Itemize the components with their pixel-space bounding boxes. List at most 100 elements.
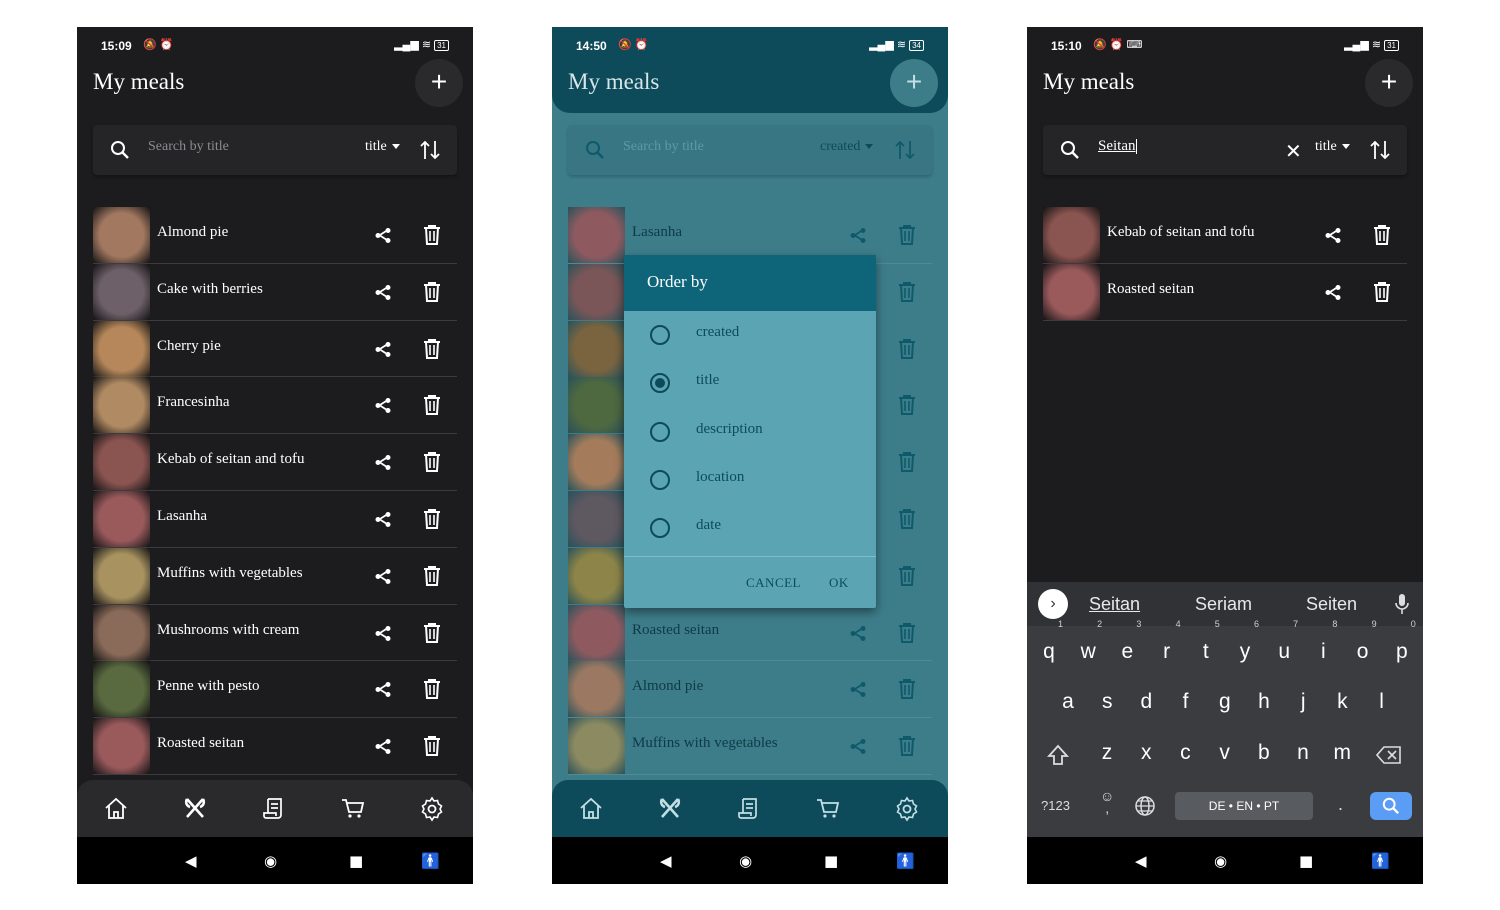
share-icon[interactable] [848,736,868,756]
share-icon[interactable] [848,623,868,643]
key[interactable]: r4 [1150,619,1184,674]
trash-icon[interactable] [422,508,442,530]
cart-icon[interactable] [340,796,366,822]
meal-row[interactable]: Lasanha [93,490,457,548]
key[interactable]: x [1129,731,1163,775]
share-icon[interactable] [1323,282,1343,302]
home-icon[interactable] [578,796,604,822]
key[interactable]: k [1325,680,1359,724]
chevron-right-icon[interactable]: › [1038,589,1068,619]
radio-button-icon[interactable] [650,469,670,490]
share-icon[interactable] [1323,225,1343,245]
trash-icon[interactable] [897,338,917,360]
home-icon[interactable] [103,796,129,822]
settings-icon[interactable] [419,796,445,822]
order-option-location[interactable]: location [624,456,876,504]
share-icon[interactable] [373,339,393,359]
key[interactable]: c [1168,731,1202,775]
cancel-button[interactable]: CANCEL [746,575,801,591]
search-input[interactable]: Search by title [623,139,704,155]
meal-row[interactable]: Roasted seitan [1043,263,1407,321]
radio-button-icon[interactable] [650,325,670,345]
back-icon[interactable]: ◀ [1135,852,1147,870]
cutlery-icon[interactable] [182,796,208,822]
sort-field-dropdown[interactable]: title [365,139,400,155]
meal-row[interactable]: Francesinha [93,377,457,435]
key[interactable]: g [1208,680,1242,724]
radio-button-icon[interactable] [650,518,670,539]
back-icon[interactable]: ◀ [660,852,672,870]
trash-icon[interactable] [897,508,917,530]
meal-row[interactable]: Cake with berries [93,263,457,321]
trash-icon[interactable] [422,735,442,757]
sort-field-dropdown[interactable]: title [1315,139,1350,155]
cutlery-icon[interactable] [657,796,683,822]
key[interactable]: d [1129,680,1163,724]
key[interactable]: n [1286,731,1320,775]
key[interactable]: v [1208,731,1242,775]
key[interactable]: l [1365,680,1399,724]
suggestion-3[interactable]: Seiten [1306,594,1357,615]
key[interactable]: h [1247,680,1281,724]
meal-row[interactable]: Kebab of seitan and tofu [93,434,457,491]
key[interactable]: z [1090,731,1124,775]
key[interactable]: q1 [1032,619,1066,674]
search-enter-key[interactable] [1370,792,1412,820]
key[interactable]: a [1051,680,1085,724]
recipe-icon[interactable] [736,796,762,822]
trash-icon[interactable] [897,678,917,700]
clear-search-icon[interactable]: ✕ [1285,139,1302,164]
share-icon[interactable] [848,679,868,699]
order-option-created[interactable]: created [624,311,876,359]
add-meal-button[interactable]: + [890,59,938,107]
trash-icon[interactable] [897,224,917,246]
share-icon[interactable] [373,509,393,529]
sort-direction-icon[interactable] [894,139,916,161]
trash-icon[interactable] [897,735,917,757]
share-icon[interactable] [373,736,393,756]
meal-row[interactable]: Muffins with vegetables [93,547,457,605]
sort-field-dropdown[interactable]: created [820,139,874,155]
share-icon[interactable] [373,623,393,643]
share-icon[interactable] [373,566,393,586]
recents-icon[interactable]: ■ [349,852,363,870]
backspace-icon[interactable] [1376,745,1402,765]
trash-icon[interactable] [897,565,917,587]
share-icon[interactable] [848,225,868,245]
trash-icon[interactable] [422,622,442,644]
meal-row[interactable]: Kebab of seitan and tofu [1043,207,1407,264]
home-button-icon[interactable]: ◉ [1214,852,1227,870]
suggestion-2[interactable]: Seriam [1195,594,1252,615]
key[interactable]: w2 [1071,619,1105,674]
trash-icon[interactable] [897,451,917,473]
key[interactable]: e3 [1110,619,1144,674]
trash-icon[interactable] [422,451,442,473]
search-input[interactable]: Seitan [1098,138,1137,155]
accessibility-icon[interactable]: 🚹 [421,852,440,870]
symbols-key[interactable]: ?123 [1041,798,1070,813]
order-option-date[interactable]: date [624,504,876,552]
key[interactable]: p0 [1385,619,1419,674]
trash-icon[interactable] [422,678,442,700]
space-key[interactable]: DE • EN • PT [1175,792,1313,820]
globe-icon[interactable] [1134,795,1156,817]
emoji-icon[interactable]: ☺, [1100,789,1114,815]
period-key[interactable]: . [1338,794,1343,815]
suggestion-1[interactable]: Seitan [1089,594,1140,615]
share-icon[interactable] [373,395,393,415]
share-icon[interactable] [373,679,393,699]
accessibility-icon[interactable]: 🚹 [1371,852,1390,870]
ok-button[interactable]: OK [829,575,849,591]
sort-direction-icon[interactable] [419,139,441,161]
share-icon[interactable] [373,225,393,245]
radio-button-icon[interactable] [650,421,670,442]
meal-row[interactable]: Muffins with vegetables [568,718,932,775]
recipe-icon[interactable] [261,796,287,822]
trash-icon[interactable] [897,394,917,416]
order-option-description[interactable]: description [624,408,876,456]
key[interactable]: m [1325,731,1359,775]
share-icon[interactable] [373,282,393,302]
trash-icon[interactable] [1372,281,1392,303]
key[interactable]: u7 [1267,619,1301,674]
trash-icon[interactable] [422,338,442,360]
